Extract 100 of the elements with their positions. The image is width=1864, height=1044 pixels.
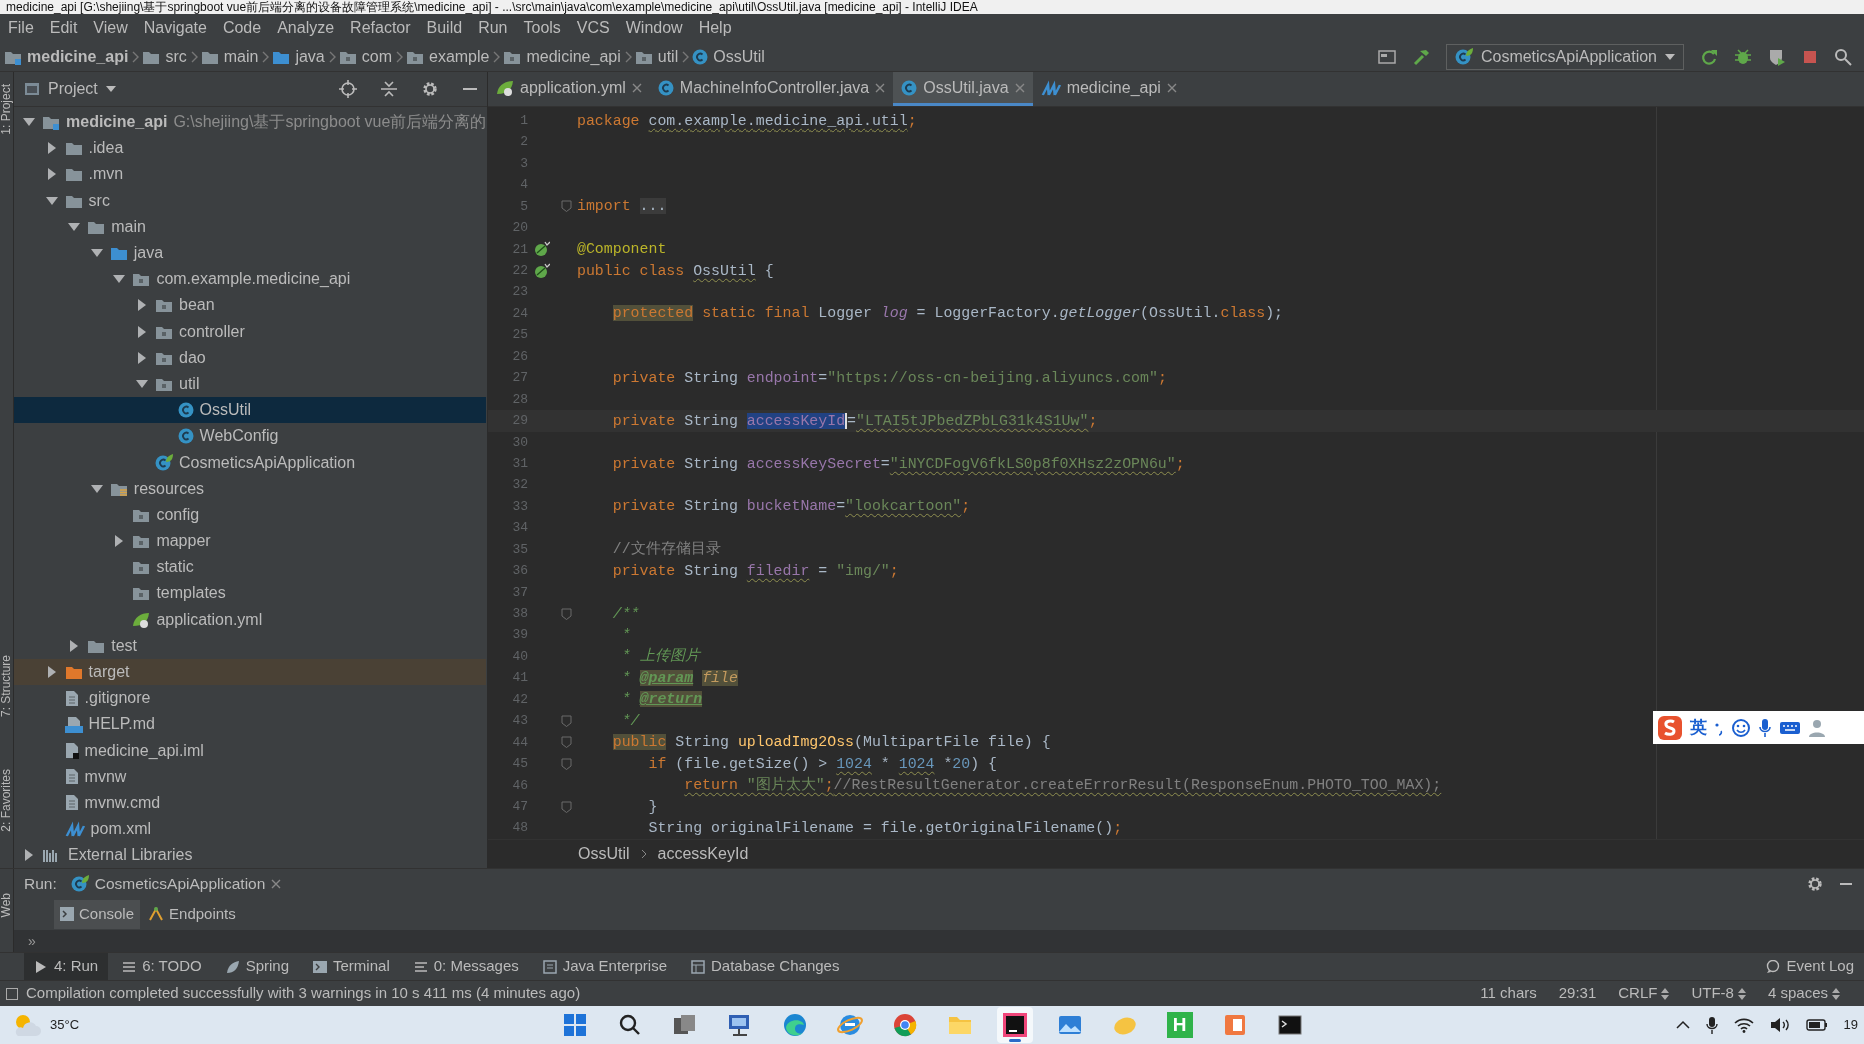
panel-toggle-icon[interactable] (6, 987, 18, 1000)
triangle-right-icon[interactable] (24, 849, 34, 862)
tree-item[interactable]: External Libraries (14, 842, 487, 868)
tree-item[interactable]: com.example.medicine_api (14, 266, 487, 293)
tool-window-button[interactable]: Database Changes (681, 953, 850, 980)
tool-window-button[interactable]: 4: Run (24, 953, 109, 980)
triangle-down-icon[interactable] (68, 221, 81, 232)
tool-window-button[interactable]: Java Enterprise (532, 953, 677, 980)
settings-icon[interactable] (421, 80, 439, 98)
rerun-icon[interactable] (1700, 47, 1718, 66)
triangle-down-icon[interactable] (113, 274, 126, 285)
fold-marker-icon[interactable] (561, 800, 572, 813)
tree-item[interactable]: static (14, 554, 487, 581)
battery-icon[interactable] (1805, 1018, 1828, 1032)
menu-item[interactable]: Build (418, 16, 471, 40)
tree-item[interactable]: CosmeticsApiApplication (14, 449, 487, 476)
status-item[interactable]: 29:31 (1558, 982, 1597, 1005)
console-tab[interactable]: Endpoints (142, 900, 242, 929)
menu-item[interactable]: Tools (515, 16, 569, 40)
close-icon[interactable] (1166, 82, 1177, 93)
wifi-icon[interactable] (1733, 1017, 1754, 1033)
triangle-right-icon[interactable] (46, 142, 57, 155)
tree-item[interactable]: resources (14, 475, 487, 502)
breadcrumb-item[interactable]: java (272, 44, 325, 69)
bean-icon[interactable] (534, 241, 550, 258)
breadcrumb-item[interactable]: medicine_api (4, 44, 129, 69)
tree-item[interactable]: config (14, 501, 487, 528)
triangle-down-icon[interactable] (136, 378, 148, 389)
breadcrumb-item[interactable]: medicine_api (503, 44, 621, 69)
tree-item[interactable]: .gitignore (14, 685, 487, 712)
tree-item[interactable]: medicine_api.iml (14, 737, 487, 764)
tree-item[interactable]: .idea (14, 135, 487, 162)
console-tab[interactable]: Console (54, 900, 141, 929)
caret-up-icon[interactable] (1675, 1020, 1690, 1030)
editor-tab[interactable]: application.yml (488, 72, 650, 106)
tree-item[interactable]: templates (14, 580, 487, 607)
menu-item[interactable]: Refactor (342, 16, 419, 40)
microphone-icon[interactable] (1758, 717, 1772, 738)
close-icon[interactable] (875, 82, 886, 93)
menu-item[interactable]: VCS (568, 16, 618, 40)
triangle-right-icon[interactable] (46, 168, 57, 181)
tree-item[interactable]: mapper (14, 528, 487, 555)
triangle-right-icon[interactable] (137, 325, 147, 338)
triangle-right-icon[interactable] (114, 535, 125, 548)
menu-item[interactable]: Help (690, 16, 740, 40)
tree-item[interactable]: WebConfig (14, 423, 487, 450)
s-logo-icon[interactable] (1657, 714, 1683, 741)
crosshair-icon[interactable] (339, 80, 357, 98)
status-item[interactable]: 11 chars (1480, 982, 1537, 1005)
tree-item[interactable]: src (14, 187, 487, 214)
tool-window-button[interactable]: Terminal (303, 953, 400, 980)
menu-item[interactable]: Edit (41, 16, 86, 40)
run-tab[interactable]: CosmeticsApiApplication (64, 872, 288, 896)
breadcrumb-item[interactable]: OssUtil (692, 44, 765, 69)
taskbar-app[interactable] (996, 1007, 1033, 1043)
run-configuration-dropdown[interactable]: CosmeticsApiApplication (1445, 43, 1684, 70)
input-mode-toggle[interactable]: 英 (1690, 714, 1707, 741)
smiley-icon[interactable] (1731, 717, 1751, 738)
keyboard-icon[interactable] (1779, 719, 1801, 736)
fold-marker-icon[interactable] (561, 607, 572, 620)
tree-item[interactable]: OssUtil (14, 397, 487, 424)
tree-item[interactable]: java (14, 239, 487, 267)
tree-item[interactable]: .mvn (14, 161, 487, 188)
editor-tab[interactable]: medicine_api (1032, 72, 1185, 106)
tree-item[interactable]: pom.xml (14, 816, 487, 843)
triangle-down-icon[interactable] (90, 483, 103, 494)
project-view-dropdown[interactable]: Project (48, 77, 116, 101)
editor-tab[interactable]: MachineInfoController.java (649, 72, 894, 106)
menu-item[interactable]: Analyze (269, 16, 343, 40)
bean-icon[interactable] (534, 262, 550, 279)
menu-item[interactable]: Run (470, 16, 516, 40)
breadcrumb-item[interactable]: main (200, 44, 259, 69)
close-icon[interactable] (271, 878, 282, 889)
clock-time[interactable]: 19 (1843, 1015, 1858, 1035)
tree-item[interactable]: test (14, 632, 487, 659)
speaker-icon[interactable] (1769, 1017, 1790, 1033)
editor-tab[interactable]: OssUtil.java (893, 72, 1033, 106)
breadcrumb-item[interactable]: src (142, 44, 187, 69)
menu-item[interactable]: Window (617, 16, 691, 40)
collapse-all-icon[interactable] (381, 80, 397, 98)
fold-marker-icon[interactable] (561, 714, 572, 727)
hammer-icon[interactable] (1411, 47, 1430, 66)
breadcrumb-item[interactable]: OssUtil (578, 842, 630, 867)
menu-item[interactable]: View (85, 16, 136, 40)
breadcrumb-item[interactable]: util (634, 44, 679, 69)
tree-item[interactable]: bean (14, 292, 487, 319)
microphone-icon[interactable] (1705, 1016, 1718, 1034)
tool-window-button[interactable]: 0: Messages (403, 953, 529, 980)
shield-icon[interactable] (1768, 47, 1786, 66)
breadcrumb-item[interactable]: com (338, 44, 392, 69)
menu-item[interactable]: Navigate (135, 16, 215, 40)
tree-item[interactable]: medicine_api G:\shejiing\基于springboot vue前后端分离的 (14, 109, 487, 136)
fold-marker-icon[interactable] (561, 200, 572, 213)
triangle-right-icon[interactable] (46, 666, 57, 679)
menu-item[interactable]: Code (214, 16, 270, 40)
tree-item[interactable]: mvnw.cmd (14, 789, 487, 817)
status-item[interactable]: 4 spaces (1767, 982, 1840, 1005)
tree-item[interactable]: target (14, 658, 487, 686)
fold-marker-icon[interactable] (561, 736, 572, 749)
breadcrumb-item[interactable]: example (406, 44, 490, 69)
